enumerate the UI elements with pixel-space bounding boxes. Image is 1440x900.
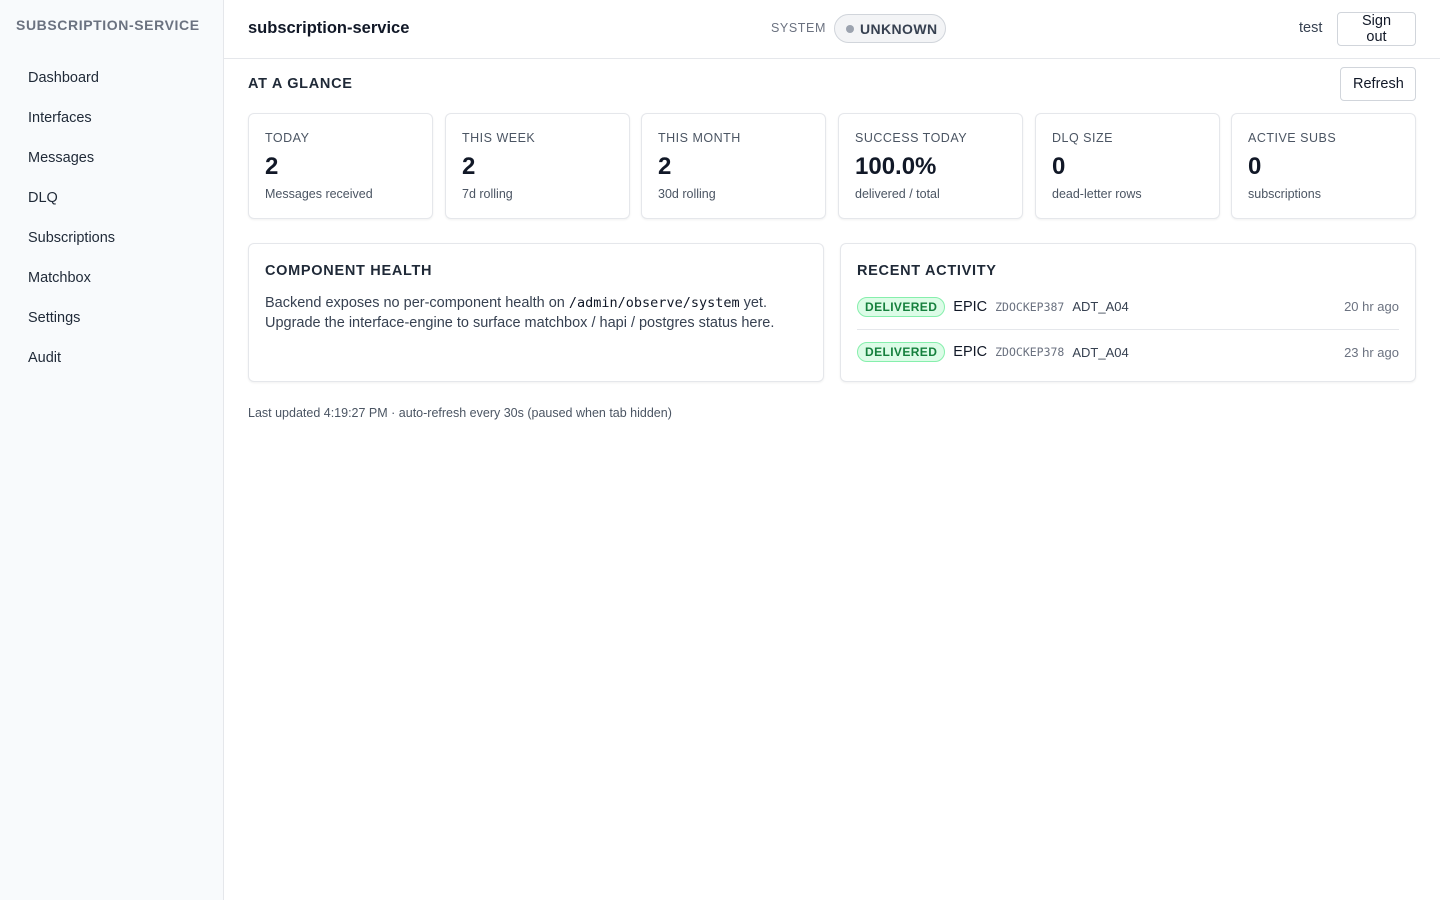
activity-sender: EPIC	[953, 344, 988, 360]
recent-activity-title: RECENT ACTIVITY	[857, 263, 997, 279]
activity-timestamp: 20 hr ago	[1344, 299, 1399, 314]
stat-value: 2	[462, 153, 476, 180]
stat-label: THIS WEEK	[462, 131, 536, 145]
stat-label: THIS MONTH	[658, 131, 741, 145]
sidebar-item-interfaces[interactable]: Interfaces	[12, 98, 212, 138]
stat-card-success-today: SUCCESS TODAY 100.0% delivered / total	[838, 113, 1023, 219]
stat-card-this-month: THIS MONTH 2 30d rolling	[641, 113, 826, 219]
stat-caption: 30d rolling	[658, 187, 716, 201]
sidebar-item-subscriptions[interactable]: Subscriptions	[12, 218, 212, 258]
stat-card-this-week: THIS WEEK 2 7d rolling	[445, 113, 630, 219]
stat-caption: subscriptions	[1248, 187, 1321, 201]
activity-message-type: ADT_A04	[1072, 299, 1129, 314]
stat-card-today: TODAY 2 Messages received	[248, 113, 433, 219]
page-title: subscription-service	[248, 19, 410, 37]
health-text-before: Backend exposes no per-component health …	[265, 295, 569, 311]
health-endpoint-path: /admin/observe/system	[568, 295, 740, 311]
stat-caption: dead-letter rows	[1052, 187, 1142, 201]
stat-value: 2	[265, 153, 279, 180]
brand-title: SUBSCRIPTION-SERVICE	[16, 17, 200, 33]
stat-caption: 7d rolling	[462, 187, 513, 201]
activity-message-id: ZDOCKEP387	[995, 299, 1065, 314]
stat-label: DLQ SIZE	[1052, 131, 1113, 145]
last-updated-footer: Last updated 4:19:27 PM · auto-refresh e…	[248, 406, 672, 420]
sidebar-item-messages[interactable]: Messages	[12, 138, 212, 178]
activity-row[interactable]: DELIVERED EPIC ZDOCKEP387 ADT_A04 20 hr …	[857, 292, 1399, 330]
stat-value: 0	[1248, 153, 1262, 180]
delivery-status-badge: DELIVERED	[857, 342, 946, 362]
stat-caption: delivered / total	[855, 187, 940, 201]
stat-label: TODAY	[265, 131, 310, 145]
system-status-badge: UNKNOWN	[834, 14, 946, 43]
sidebar: SUBSCRIPTION-SERVICE Dashboard Interface…	[0, 0, 224, 900]
component-health-title: COMPONENT HEALTH	[265, 263, 433, 279]
top-bar: subscription-service SYSTEM UNKNOWN test…	[224, 0, 1440, 59]
component-health-message: Backend exposes no per-component health …	[265, 293, 810, 333]
system-status-text: UNKNOWN	[860, 20, 938, 37]
activity-message-type: ADT_A04	[1072, 344, 1129, 360]
stat-card-dlq-size: DLQ SIZE 0 dead-letter rows	[1035, 113, 1220, 219]
recent-activity-panel: RECENT ACTIVITY DELIVERED EPIC ZDOCKEP38…	[840, 243, 1416, 382]
stat-value: 0	[1052, 153, 1066, 180]
sidebar-item-audit[interactable]: Audit	[12, 338, 212, 378]
system-label: SYSTEM	[771, 21, 826, 35]
activity-row[interactable]: DELIVERED EPIC ZDOCKEP378 ADT_A04 23 hr …	[857, 337, 1399, 367]
stat-card-active-subs: ACTIVE SUBS 0 subscriptions	[1231, 113, 1416, 219]
stat-caption: Messages received	[265, 187, 373, 201]
sidebar-item-dlq[interactable]: DLQ	[12, 178, 212, 218]
sidebar-item-settings[interactable]: Settings	[12, 298, 212, 338]
refresh-button[interactable]: Refresh	[1340, 67, 1416, 101]
current-user: test	[1299, 20, 1323, 36]
sign-out-button[interactable]: Sign out	[1337, 12, 1416, 46]
glance-title: AT A GLANCE	[248, 76, 353, 92]
stats-row: TODAY 2 Messages received THIS WEEK 2 7d…	[248, 113, 1416, 219]
status-dot-icon	[846, 24, 854, 33]
stat-value: 2	[658, 153, 672, 180]
activity-message-id: ZDOCKEP378	[995, 345, 1065, 359]
stat-label: SUCCESS TODAY	[855, 131, 968, 145]
sidebar-item-dashboard[interactable]: Dashboard	[12, 58, 212, 98]
activity-timestamp: 23 hr ago	[1344, 344, 1399, 360]
delivery-status-badge: DELIVERED	[857, 296, 946, 317]
stat-label: ACTIVE SUBS	[1248, 131, 1337, 145]
stat-value: 100.0%	[855, 153, 937, 180]
sidebar-nav: Dashboard Interfaces Messages DLQ Subscr…	[12, 58, 212, 378]
sidebar-item-matchbox[interactable]: Matchbox	[12, 258, 212, 298]
activity-sender: EPIC	[953, 298, 988, 315]
component-health-panel: COMPONENT HEALTH Backend exposes no per-…	[248, 243, 824, 382]
